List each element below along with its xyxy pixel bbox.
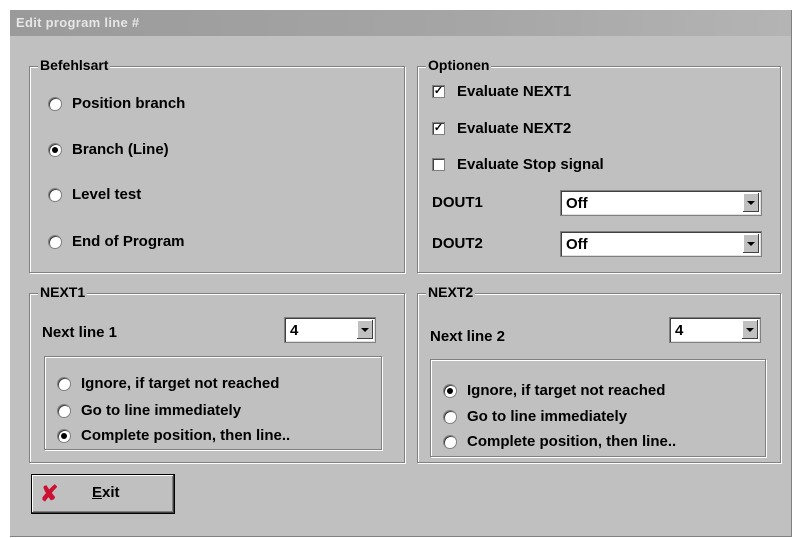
exit-accelerator-key: E	[92, 484, 103, 501]
dout2-label: DOUT2	[432, 235, 483, 252]
radio-next2-complete[interactable]: Complete position, then line..	[443, 433, 676, 450]
radio-next2-goto[interactable]: Go to line immediately	[443, 408, 627, 425]
chevron-down-icon[interactable]	[742, 320, 758, 339]
dialog-window: Edit program line # Befehlsart Position …	[10, 10, 792, 537]
radio-next1-complete[interactable]: Complete position, then line..	[57, 427, 290, 444]
dout2-select[interactable]: Off	[560, 231, 762, 257]
radio-next1-ignore[interactable]: Ignore, if target not reached	[57, 375, 279, 392]
radio-label: Position branch	[72, 95, 186, 112]
dout1-value: Off	[566, 195, 588, 212]
radio-branch-line[interactable]: Branch (Line)	[48, 141, 169, 158]
exit-label-rest: xit	[102, 484, 120, 501]
dout1-select[interactable]: Off	[560, 190, 762, 216]
optionen-legend: Optionen	[426, 57, 492, 73]
radio-button[interactable]	[57, 403, 71, 418]
radio-button[interactable]	[48, 187, 62, 202]
exit-button[interactable]: ✘ Exit	[31, 474, 175, 514]
radio-button[interactable]	[48, 96, 62, 111]
checkbox[interactable]	[432, 158, 445, 171]
next1-group: NEXT1 Next line 1 4 Ignore, if target no…	[29, 284, 405, 463]
radio-label: Level test	[72, 186, 142, 203]
checkbox[interactable]: ✓	[432, 85, 445, 98]
exit-button-label: Exit	[92, 484, 120, 501]
checkbox-label: Evaluate NEXT2	[457, 120, 572, 137]
dout2-value: Off	[566, 236, 588, 253]
chevron-down-icon[interactable]	[743, 234, 759, 253]
radio-button[interactable]	[48, 142, 62, 157]
radio-label: Complete position, then line..	[81, 427, 291, 444]
check-evaluate-stop-signal[interactable]: Evaluate Stop signal	[432, 156, 604, 173]
radio-label: Branch (Line)	[72, 141, 169, 158]
checkbox-label: Evaluate NEXT1	[457, 83, 572, 100]
chevron-down-icon[interactable]	[743, 193, 759, 212]
next-line-2-value: 4	[675, 322, 684, 339]
next-line-2-select[interactable]: 4	[669, 317, 761, 343]
checkbox-label: Evaluate Stop signal	[457, 156, 604, 173]
radio-level-test[interactable]: Level test	[48, 186, 141, 203]
next2-group: NEXT2 Next line 2 4 Ignore, if target no…	[417, 284, 781, 463]
radio-button[interactable]	[48, 234, 62, 249]
next-line-1-select[interactable]: 4	[284, 317, 376, 343]
radio-next2-ignore[interactable]: Ignore, if target not reached	[443, 382, 665, 399]
radio-button[interactable]	[57, 376, 71, 391]
radio-label: Go to line immediately	[81, 402, 242, 419]
next2-options-box: Ignore, if target not reached Go to line…	[430, 359, 766, 457]
title-bar[interactable]: Edit program line #	[10, 10, 791, 36]
optionen-group: Optionen ✓ Evaluate NEXT1 ✓ Evaluate NEX…	[417, 57, 781, 273]
check-evaluate-next1[interactable]: ✓ Evaluate NEXT1	[432, 83, 571, 100]
next-line-2-label: Next line 2	[430, 328, 506, 345]
befehlsart-legend: Befehlsart	[38, 57, 111, 73]
checkbox[interactable]: ✓	[432, 122, 445, 135]
close-x-icon: ✘	[40, 481, 59, 506]
radio-next1-goto[interactable]: Go to line immediately	[57, 402, 241, 419]
next1-options-box: Ignore, if target not reached Go to line…	[44, 356, 382, 450]
next-line-1-value: 4	[290, 322, 299, 339]
radio-label: Ignore, if target not reached	[81, 375, 280, 392]
chevron-down-icon[interactable]	[357, 320, 373, 339]
radio-button[interactable]	[443, 409, 457, 424]
next2-legend: NEXT2	[426, 284, 476, 300]
radio-button[interactable]	[443, 434, 457, 449]
radio-button[interactable]	[57, 428, 71, 443]
befehlsart-group: Befehlsart Position branch Branch (Line)…	[29, 57, 405, 273]
dout1-label: DOUT1	[432, 194, 483, 211]
check-evaluate-next2[interactable]: ✓ Evaluate NEXT2	[432, 120, 571, 137]
radio-end-of-program[interactable]: End of Program	[48, 233, 185, 250]
radio-label: End of Program	[72, 233, 185, 250]
window-title: Edit program line #	[16, 15, 140, 30]
radio-position-branch[interactable]: Position branch	[48, 95, 185, 112]
radio-label: Go to line immediately	[467, 408, 628, 425]
radio-label: Complete position, then line..	[467, 433, 677, 450]
next-line-1-label: Next line 1	[42, 324, 118, 341]
radio-button[interactable]	[443, 383, 457, 398]
radio-label: Ignore, if target not reached	[467, 382, 666, 399]
next1-legend: NEXT1	[38, 284, 88, 300]
